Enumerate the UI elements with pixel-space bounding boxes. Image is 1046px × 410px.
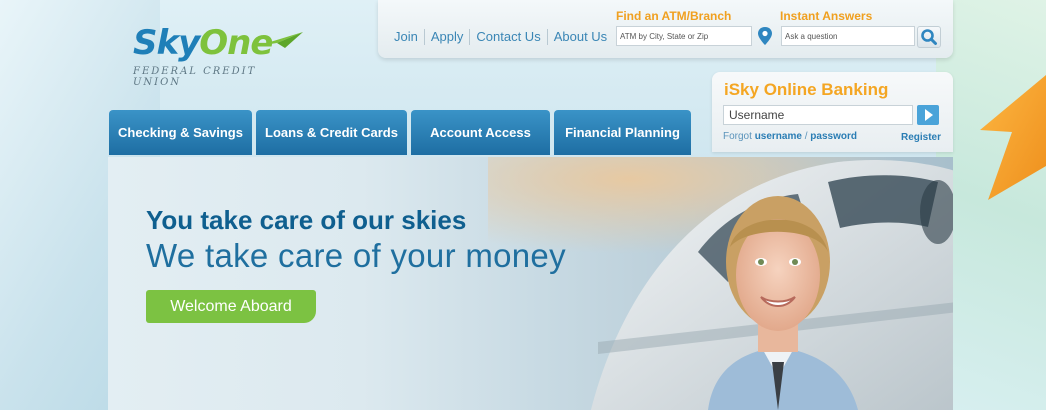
username-input[interactable]: Username [723, 105, 913, 125]
utility-bar: Join Apply Contact Us About Us Find an A… [378, 0, 953, 58]
pilot-portrait-image [708, 196, 858, 410]
join-link[interactable]: Join [394, 29, 425, 45]
welcome-aboard-button[interactable]: Welcome Aboard [146, 290, 316, 323]
forgot-prefix: Forgot [723, 131, 752, 142]
top-links: Join Apply Contact Us About Us [394, 29, 613, 45]
hero-banner: You take care of our skies We take care … [108, 157, 953, 410]
site-logo[interactable]: SkyOne FEDERAL CREDIT UNION [133, 23, 303, 88]
login-submit-button[interactable] [917, 105, 939, 125]
tab-loans-credit-cards[interactable]: Loans & Credit Cards [256, 110, 407, 155]
question-input[interactable]: Ask a question [781, 26, 915, 46]
hero-headline: You take care of our skies [146, 205, 467, 235]
instant-answers-label: Instant Answers [780, 9, 873, 23]
paper-plane-icon [257, 32, 303, 48]
forgot-password-link[interactable]: password [810, 131, 857, 142]
search-button[interactable] [917, 26, 941, 48]
hero-subheadline: We take care of your money [146, 237, 566, 274]
forgot-credentials: Forgot username / password [723, 131, 857, 142]
map-pin-icon[interactable] [756, 26, 774, 46]
online-banking-title: iSky Online Banking [724, 80, 889, 99]
apply-link[interactable]: Apply [425, 29, 471, 45]
logo-sky: Sky [133, 23, 200, 63]
logo-subtitle: FEDERAL CREDIT UNION [133, 66, 257, 88]
main-nav: Checking & Savings Loans & Credit Cards … [109, 110, 691, 155]
tab-financial-planning[interactable]: Financial Planning [554, 110, 691, 155]
about-us-link[interactable]: About Us [548, 29, 613, 45]
atm-location-input[interactable]: ATM by City, State or Zip [616, 26, 752, 46]
forgot-username-link[interactable]: username [755, 131, 802, 142]
search-icon [921, 29, 937, 45]
online-banking-panel: iSky Online Banking Username Forgot user… [712, 72, 953, 152]
atm-finder-label: Find an ATM/Branch [616, 9, 732, 23]
tab-account-access[interactable]: Account Access [411, 110, 550, 155]
contact-us-link[interactable]: Contact Us [470, 29, 548, 45]
tab-checking-savings[interactable]: Checking & Savings [109, 110, 252, 155]
play-arrow-icon [925, 109, 933, 121]
register-link[interactable]: Register [901, 132, 941, 143]
arrow-graphic [980, 75, 1046, 200]
